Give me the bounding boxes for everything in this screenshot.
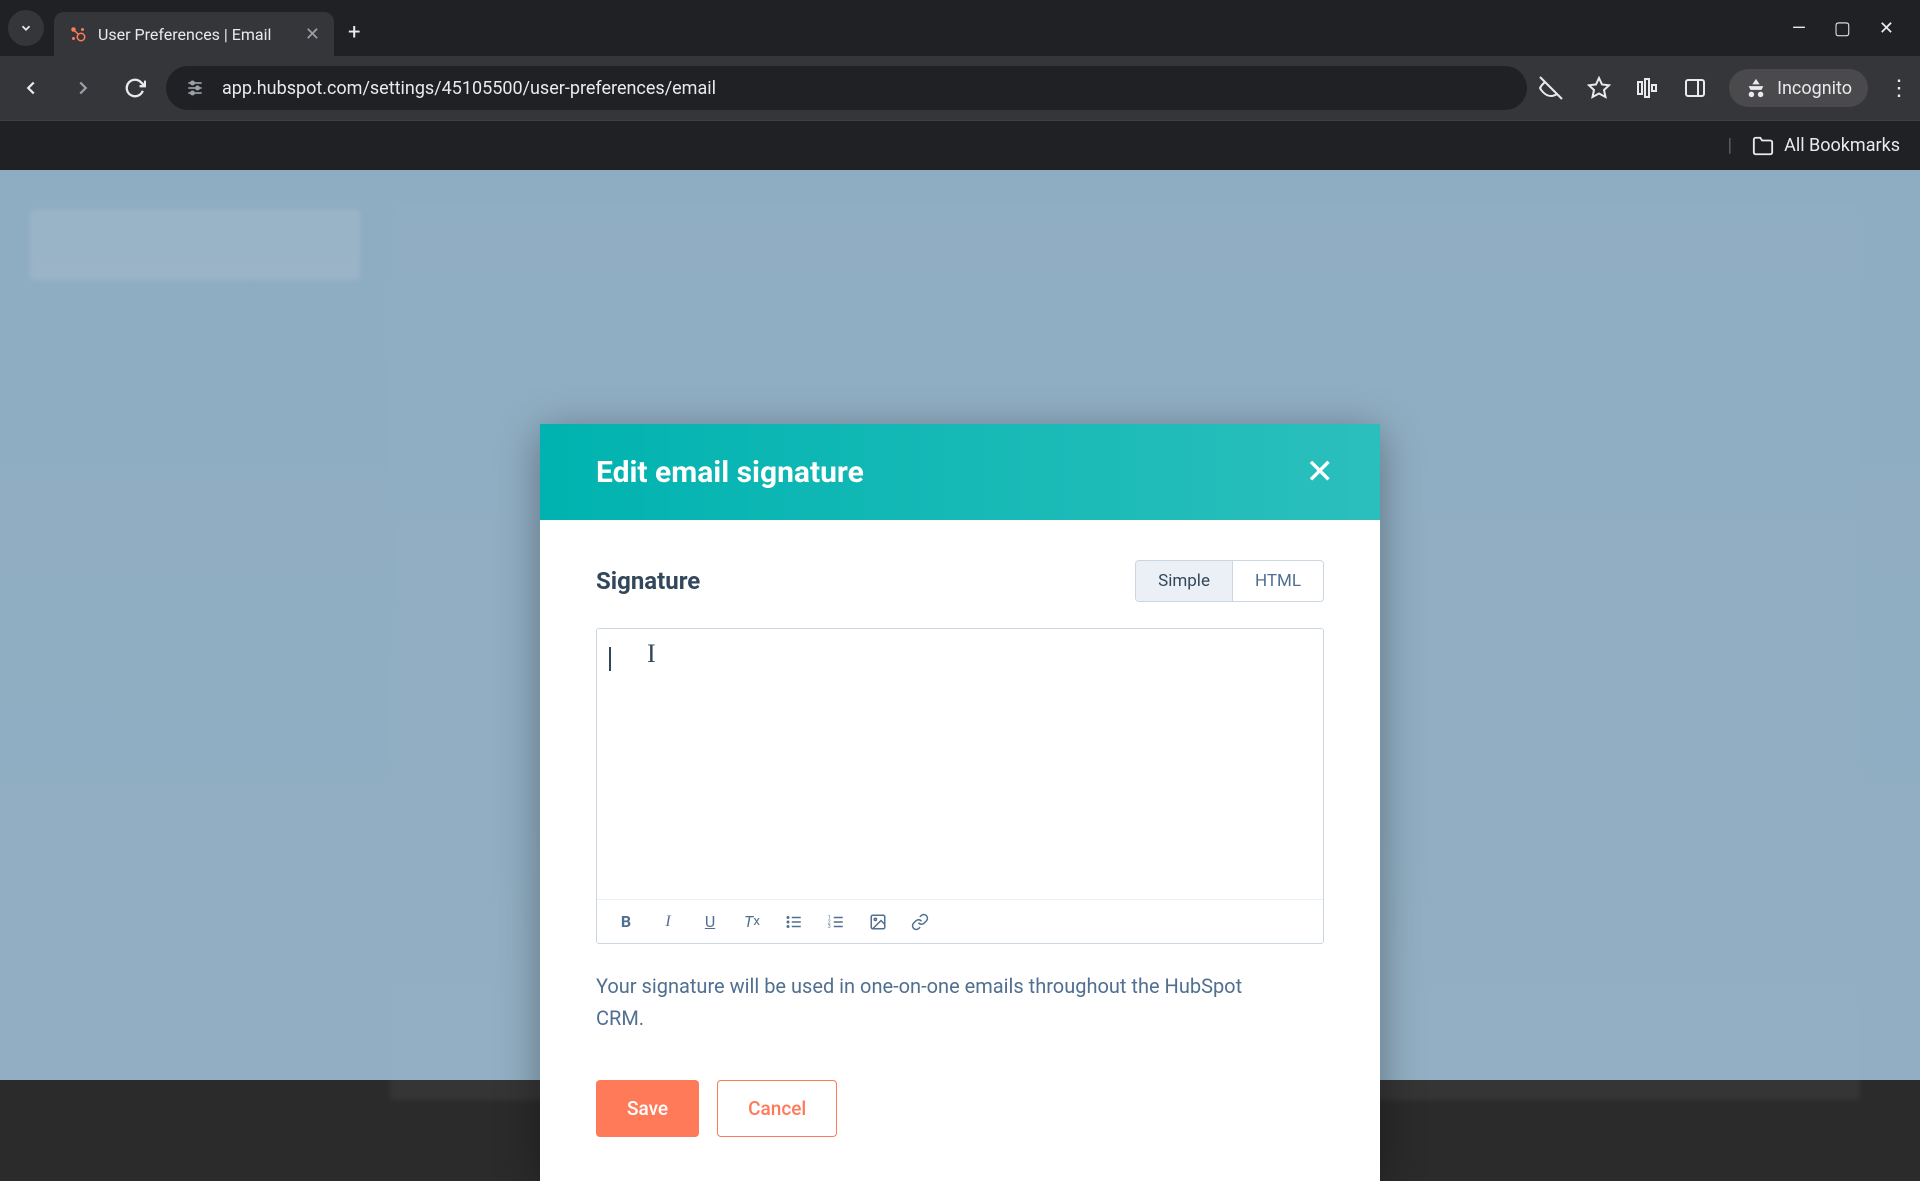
tab-html[interactable]: HTML: [1233, 561, 1323, 601]
link-icon[interactable]: [909, 911, 931, 933]
browser-menu-icon[interactable]: ⋮: [1888, 76, 1910, 101]
star-icon[interactable]: [1585, 74, 1613, 102]
all-bookmarks-link[interactable]: All Bookmarks: [1784, 135, 1900, 156]
url-box[interactable]: app.hubspot.com/settings/45105500/user-p…: [166, 66, 1527, 110]
bullet-list-icon[interactable]: [783, 911, 805, 933]
signature-editor: I B I U Tx 123: [596, 628, 1324, 944]
bold-icon[interactable]: B: [615, 911, 637, 933]
maximize-icon[interactable]: ▢: [1834, 18, 1851, 39]
save-button[interactable]: Save: [596, 1080, 699, 1137]
incognito-icon: [1745, 77, 1767, 99]
close-window-icon[interactable]: ✕: [1879, 18, 1894, 39]
tab-strip: User Preferences | Email ✕ + — ▢ ✕: [0, 0, 1920, 56]
reload-button[interactable]: [114, 67, 156, 109]
hubspot-favicon: [68, 24, 88, 44]
back-button[interactable]: [10, 67, 52, 109]
bookmark-bar: | All Bookmarks: [0, 120, 1920, 170]
page-content: Edit email signature ✕ Signature Simple …: [0, 170, 1920, 1080]
text-cursor: [609, 647, 611, 671]
tab-simple[interactable]: Simple: [1136, 561, 1233, 601]
image-icon[interactable]: [867, 911, 889, 933]
edit-signature-modal: Edit email signature ✕ Signature Simple …: [540, 424, 1380, 1181]
numbered-list-icon[interactable]: 123: [825, 911, 847, 933]
tab-title: User Preferences | Email: [98, 25, 271, 44]
modal-close-button[interactable]: ✕: [1306, 452, 1335, 492]
modal-title: Edit email signature: [596, 455, 864, 490]
browser-tab[interactable]: User Preferences | Email ✕: [54, 12, 334, 56]
chevron-down-icon: [19, 21, 33, 35]
editor-toolbar: B I U Tx 123: [597, 899, 1323, 943]
signature-textarea[interactable]: I: [597, 629, 1323, 899]
side-panel-icon[interactable]: [1681, 74, 1709, 102]
forward-button[interactable]: [62, 67, 104, 109]
italic-icon[interactable]: I: [657, 911, 679, 933]
url-text: app.hubspot.com/settings/45105500/user-p…: [222, 78, 716, 99]
modal-header: Edit email signature ✕: [540, 424, 1380, 520]
editor-mode-toggle: Simple HTML: [1135, 560, 1324, 602]
underline-icon[interactable]: U: [699, 911, 721, 933]
folder-icon: [1752, 135, 1774, 157]
svg-text:3: 3: [828, 924, 831, 930]
tab-search-button[interactable]: [8, 10, 44, 46]
window-controls: — ▢ ✕: [1792, 18, 1912, 39]
incognito-chip[interactable]: Incognito: [1729, 69, 1868, 107]
signature-label: Signature: [596, 567, 700, 595]
text-caret-icon: I: [647, 639, 656, 669]
signature-help-text: Your signature will be used in one-on-on…: [596, 970, 1276, 1034]
incognito-label: Incognito: [1777, 78, 1852, 99]
address-bar: app.hubspot.com/settings/45105500/user-p…: [0, 56, 1920, 120]
media-control-icon[interactable]: [1633, 74, 1661, 102]
tab-close-icon[interactable]: ✕: [305, 24, 320, 45]
eye-off-icon[interactable]: [1537, 74, 1565, 102]
new-tab-button[interactable]: +: [348, 20, 360, 45]
minimize-icon[interactable]: —: [1792, 18, 1806, 39]
site-settings-icon[interactable]: [182, 75, 208, 101]
browser-chrome: User Preferences | Email ✕ + — ▢ ✕ app.h…: [0, 0, 1920, 170]
cancel-button[interactable]: Cancel: [717, 1080, 837, 1137]
clear-format-icon[interactable]: Tx: [741, 911, 763, 933]
